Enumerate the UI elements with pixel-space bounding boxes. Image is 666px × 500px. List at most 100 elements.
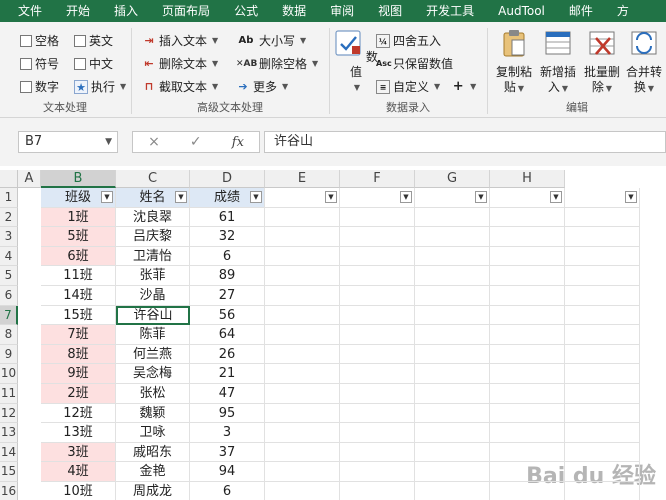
table-cell[interactable] [265, 442, 340, 463]
table-cell[interactable]: 张松 [116, 384, 190, 404]
table-cell[interactable]: 21 [190, 364, 265, 384]
table-cell[interactable] [565, 227, 640, 247]
table-cell[interactable] [490, 442, 565, 463]
table-cell[interactable]: 8班 [41, 344, 116, 365]
table-cell[interactable] [265, 305, 340, 326]
table-cell[interactable]: 张菲 [116, 266, 190, 286]
table-cell[interactable] [565, 403, 640, 424]
column-header-b[interactable]: B [41, 170, 116, 188]
table-cell[interactable] [340, 325, 415, 345]
row-header[interactable]: 16 [0, 482, 18, 500]
select-all-corner[interactable] [0, 170, 18, 188]
checkbox-icon[interactable] [20, 57, 32, 70]
table-cell[interactable] [340, 246, 415, 267]
column-header-g[interactable]: G [415, 170, 490, 188]
table-cell[interactable] [415, 325, 490, 345]
option-chinese[interactable]: 中文 [74, 55, 113, 72]
table-cell[interactable] [415, 246, 490, 267]
table-cell[interactable] [565, 344, 640, 365]
table-cell[interactable]: 吕庆黎 [116, 227, 190, 247]
table-cell[interactable] [340, 384, 415, 404]
name-box[interactable]: B7 ▼ [18, 131, 118, 153]
table-cell[interactable] [565, 364, 640, 384]
column-header-c[interactable]: C [116, 170, 190, 188]
table-cell[interactable] [565, 305, 640, 326]
table-cell[interactable]: 卫清怡 [116, 246, 190, 267]
checkbox-icon[interactable] [74, 57, 86, 70]
row-header[interactable]: 7 [0, 305, 18, 326]
worksheet-grid[interactable]: Bai du 经验 A B C D E F G H 1 班级 ▼ 姓名 ▼ 成绩 ▼ ▼ ▼ ▼ ▼ ▼ 2 1班 沈良翠 6… [0, 166, 666, 500]
keep-values-button[interactable]: Asc 只保留数值 [376, 55, 453, 72]
enter-icon[interactable]: ✓ [190, 134, 202, 150]
table-cell[interactable] [490, 423, 565, 443]
table-cell[interactable] [415, 227, 490, 247]
row-header[interactable]: 12 [0, 403, 18, 424]
option-number[interactable]: 数字 [20, 78, 59, 95]
table-cell[interactable] [490, 227, 565, 247]
more-button[interactable]: ➔ 更多 ▼ [236, 78, 288, 95]
table-cell[interactable] [565, 384, 640, 404]
row-header[interactable]: 15 [0, 462, 18, 482]
table-cell[interactable]: 何兰燕 [116, 344, 190, 365]
table-cell[interactable] [490, 325, 565, 345]
table-cell[interactable]: 61 [190, 207, 265, 228]
tab-file[interactable]: 文件 [0, 0, 54, 22]
table-cell[interactable] [490, 286, 565, 306]
table-cell[interactable] [265, 384, 340, 404]
cancel-icon[interactable]: × [148, 134, 160, 150]
table-cell[interactable]: 1班 [41, 207, 116, 228]
option-space[interactable]: 空格 [20, 32, 59, 49]
tab-page-layout[interactable]: 页面布局 [150, 0, 222, 22]
table-cell[interactable] [415, 384, 490, 404]
active-cell[interactable]: 许谷山 [116, 305, 190, 326]
option-english[interactable]: 英文 [74, 32, 113, 49]
tab-developer[interactable]: 开发工具 [414, 0, 486, 22]
case-button[interactable]: Ab 大小写 ▼ [236, 32, 307, 49]
table-cell[interactable] [490, 482, 565, 500]
table-cell[interactable]: 32 [190, 227, 265, 247]
table-cell[interactable]: 7班 [41, 325, 116, 345]
filter-dropdown-icon[interactable]: ▼ [400, 191, 412, 203]
table-cell[interactable]: 卫咏 [116, 423, 190, 443]
chevron-down-icon[interactable]: ▼ [105, 132, 112, 152]
tab-data[interactable]: 数据 [270, 0, 318, 22]
table-cell[interactable]: 10班 [41, 482, 116, 500]
row-header[interactable]: 3 [0, 227, 18, 247]
table-cell[interactable]: 47 [190, 384, 265, 404]
table-cell[interactable] [265, 403, 340, 424]
table-cell[interactable]: 6 [190, 482, 265, 500]
table-cell[interactable] [565, 207, 640, 228]
table-cell[interactable] [340, 364, 415, 384]
merge-convert-button[interactable]: 合并转 换 ▼ [622, 28, 666, 96]
table-cell[interactable]: 13班 [41, 423, 116, 443]
table-cell[interactable] [415, 462, 490, 482]
column-header-d[interactable]: D [190, 170, 265, 188]
row-header[interactable]: 6 [0, 286, 18, 306]
checkbox-icon[interactable] [74, 34, 86, 47]
table-cell[interactable]: 3班 [41, 442, 116, 463]
filter-dropdown-icon[interactable]: ▼ [175, 191, 187, 203]
table-cell[interactable] [490, 305, 565, 326]
table-cell[interactable]: 6班 [41, 246, 116, 267]
tab-review[interactable]: 审阅 [318, 0, 366, 22]
table-cell[interactable] [340, 442, 415, 463]
row-header[interactable]: 10 [0, 364, 18, 384]
table-cell[interactable] [490, 403, 565, 424]
table-cell[interactable] [565, 266, 640, 286]
table-cell[interactable] [265, 462, 340, 482]
table-cell[interactable]: 戚昭东 [116, 442, 190, 463]
batch-insert-button[interactable]: 新增插 入 ▼ [536, 28, 580, 96]
table-cell[interactable]: 14班 [41, 286, 116, 306]
table-cell[interactable]: 95 [190, 403, 265, 424]
table-cell[interactable] [490, 246, 565, 267]
row-header[interactable]: 8 [0, 325, 18, 345]
tab-overflow[interactable]: 方 [605, 0, 641, 22]
table-cell[interactable] [415, 344, 490, 365]
table-cell[interactable] [490, 266, 565, 286]
checkbox-icon[interactable] [20, 80, 32, 93]
table-cell[interactable] [565, 246, 640, 267]
table-cell[interactable] [415, 286, 490, 306]
table-cell[interactable]: 11班 [41, 266, 116, 286]
filter-dropdown-icon[interactable]: ▼ [325, 191, 337, 203]
table-cell[interactable] [265, 266, 340, 286]
